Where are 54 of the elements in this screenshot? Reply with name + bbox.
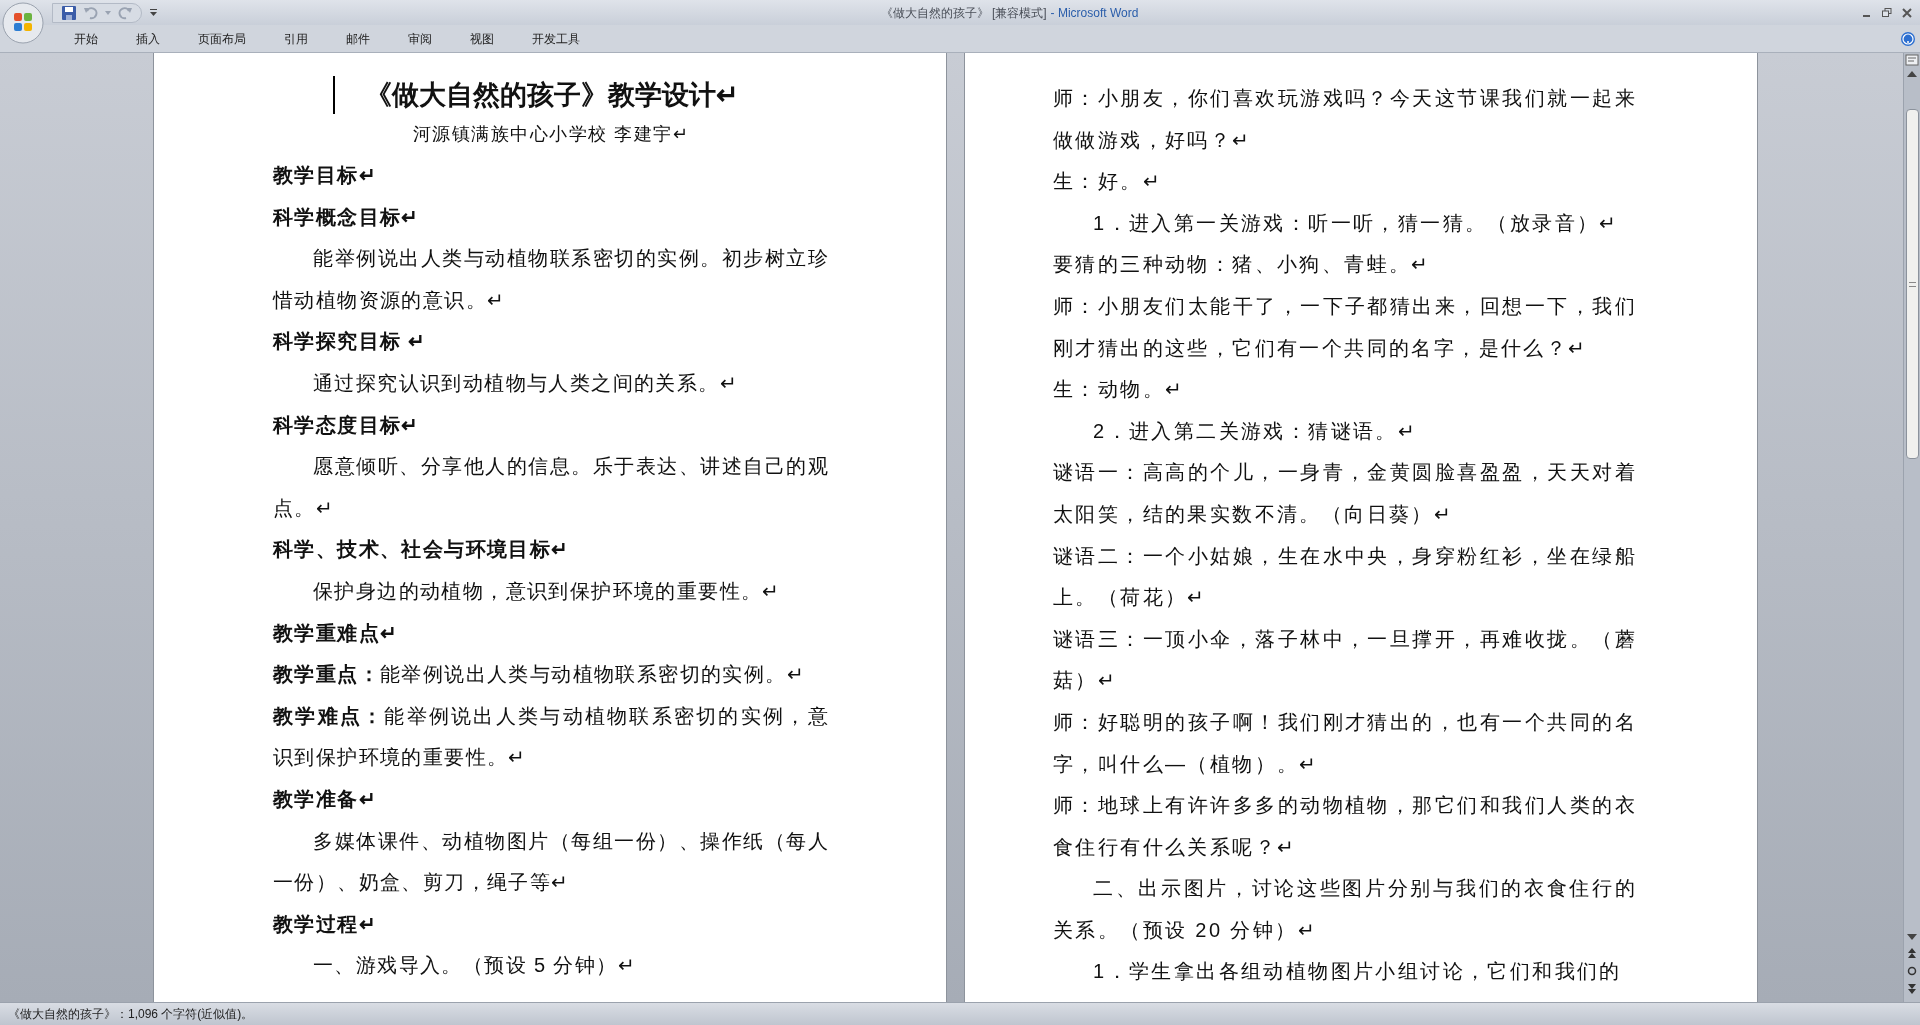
customize-toolbar-icon[interactable] (150, 8, 157, 17)
browse-object-icon[interactable] (1907, 966, 1917, 976)
paragraph: 一、游戏导入。（预设 5 分钟）↵ (312, 953, 638, 979)
save-icon[interactable] (61, 4, 77, 21)
ribbon-tab[interactable]: 开始 (60, 26, 112, 51)
paragraph: 师：小朋友们太能干了，一下子都猜出来，回想一下，我们刚才猜出的这些，它们有一个共同的名字，是什么？↵ (1053, 293, 1637, 361)
section-heading: 教学准备↵ (273, 786, 378, 812)
paragraph: 谜语一：高高的个儿，一身青，金黄圆脸喜盈盈，天天对着太阳笑，结的果实数不清。（向日葵）↵ (1053, 460, 1637, 527)
section-heading: 教学目标↵ (273, 163, 378, 188)
window-title: 《做大自然的孩子》 [兼容模式] (880, 4, 1047, 22)
paragraph: 1．学生拿出各组动植物图片小组讨论，它们和我们的 (1092, 959, 1623, 985)
section-heading: 科学概念目标↵ (273, 204, 421, 230)
application-name: - Microsoft Word (1050, 4, 1139, 22)
scroll-up-icon[interactable] (1907, 71, 1917, 77)
paragraph: 多媒体课件、动植物图片（每组一份）、操作纸（每人一份）、奶盒、剪刀，绳子等↵ (273, 828, 829, 896)
document-title: 《做大自然的孩子》教学设计↵ (333, 76, 769, 114)
author-line: 河源镇满族中心小学校 李建宇↵ (411, 123, 691, 146)
paragraph: 二、出示图片，讨论这些图片分别与我们的衣食住行的关系。（预设 20 分钟）↵ (1053, 876, 1637, 943)
ribbon-tab[interactable]: 审阅 (394, 26, 446, 51)
section-heading: 教学过程↵ (273, 911, 378, 937)
paragraph: 生：好。↵ (1053, 169, 1163, 195)
section-heading: 科学、技术、社会与环境目标↵ (273, 537, 571, 563)
close-icon[interactable] (1902, 7, 1912, 18)
scroll-thumb[interactable] (1905, 109, 1919, 459)
restore-icon[interactable] (1882, 7, 1892, 18)
paragraph: 谜语三：一顶小伞，落子林中，一旦撑开，再难收拢。（蘑菇）↵ (1053, 626, 1637, 694)
ribbon-tab[interactable]: 页面布局 (184, 26, 260, 51)
paragraph: 保护身边的动植物，意识到保护环境的重要性。↵ (312, 578, 782, 604)
scroll-down-icon[interactable] (1907, 934, 1917, 940)
previous-page-icon[interactable] (1908, 948, 1916, 958)
paragraph: 师：小朋友，你们喜欢玩游戏吗？今天这节课我们就一起来做做游戏，好吗？↵ (1053, 86, 1637, 153)
paragraph: 1．进入第一关游戏：听一听，猜一猜。（放录音）↵ (1092, 210, 1620, 236)
paragraph: 愿意倾听、分享他人的信息。乐于表达、讲述自己的观点。↵ (273, 454, 829, 521)
paragraph: 教学难点：能举例说出人类与动植物联系密切的实例，意识到保护环境的重要性。↵ (273, 703, 829, 771)
paragraph: 2．进入第二关游戏：猜谜语。↵ (1092, 418, 1419, 444)
paragraph: 谜语二：一个小姑娘，生在水中央，身穿粉红衫，坐在绿船上。（荷花）↵ (1053, 543, 1637, 611)
paragraph: 通过探究认识到动植物与人类之间的关系。↵ (312, 370, 739, 396)
ribbon-tab[interactable]: 开发工具 (518, 26, 594, 51)
ribbon-tab[interactable]: 邮件 (332, 26, 384, 51)
paragraph: 生：动物。↵ (1053, 377, 1186, 403)
section-heading: 科学探究目标 ↵ (273, 329, 428, 355)
paragraph: 师：地球上有许许多多的动物植物，那它们和我们人类的衣食住行有什么关系呢？↵ (1053, 793, 1637, 860)
paragraph: 教学重点：能举例说出人类与动植物联系密切的实例。↵ (273, 662, 806, 688)
paragraph: 能举例说出人类与动植物联系密切的实例。初步树立珍惜动植物资源的意识。↵ (273, 246, 829, 313)
ruler-icon[interactable] (1905, 53, 1919, 67)
ribbon-tab[interactable]: 插入 (122, 26, 174, 51)
ribbon-tab[interactable]: 视图 (456, 26, 508, 51)
paragraph: 师：好聪明的孩子啊！我们刚才猜出的，也有一个共同的名字，叫什么—（植物）。↵ (1053, 709, 1637, 777)
status-text: 《做大自然的孩子》：1,096 个字符(近似值)。 (8, 1006, 254, 1023)
paragraph: 要猜的三种动物：猪、小狗、青蛙。↵ (1053, 252, 1432, 278)
ribbon-tab[interactable]: 引用 (270, 26, 322, 51)
section-heading: 教学重难点↵ (273, 620, 400, 646)
section-heading: 科学态度目标↵ (273, 412, 421, 438)
next-page-icon[interactable] (1908, 984, 1916, 994)
